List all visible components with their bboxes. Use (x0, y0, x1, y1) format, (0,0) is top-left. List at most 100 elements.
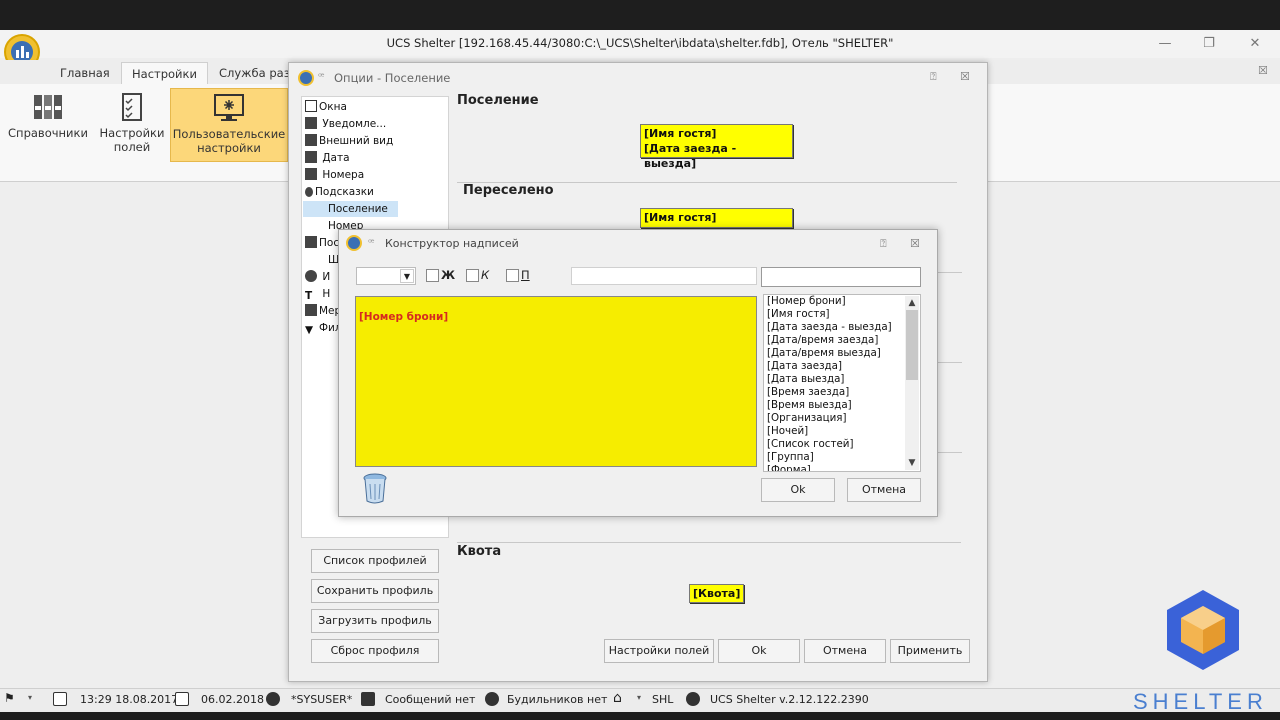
section-divider (938, 272, 962, 273)
binders-icon (34, 95, 62, 119)
bold-checkbox[interactable] (426, 269, 439, 282)
tab-home[interactable]: Главная (50, 62, 120, 84)
tree-label: Подсказки (315, 186, 374, 198)
status-user: *SYSUSER* (291, 693, 353, 706)
tree-item-pos[interactable]: Пос (305, 235, 339, 251)
options-help-icon[interactable]: ⍰ (930, 70, 937, 84)
hotel-dropdown-icon[interactable]: ▾ (637, 693, 641, 702)
tab-settings[interactable]: Настройки (121, 62, 208, 84)
field-settings-label2: полей (113, 140, 151, 154)
tree-item-i[interactable]: И (305, 269, 330, 285)
ribbon-collapse-icon[interactable]: ☒ (1258, 64, 1268, 77)
font-size-select[interactable]: ▼ (356, 267, 416, 285)
options-close-icon[interactable]: ☒ (960, 70, 970, 83)
save-profile-button[interactable]: Сохранить профиль (311, 579, 439, 603)
underline-label: П (521, 268, 530, 282)
list-item[interactable]: [Имя гостя] (767, 308, 830, 321)
checkin-label-box[interactable]: [Имя гостя] [Дата заезда - выезда] (640, 124, 793, 170)
list-item[interactable]: [Дата заезда - выезда] (767, 321, 892, 334)
field-filter-input[interactable] (761, 267, 921, 287)
list-item[interactable]: [Номер брони] (767, 295, 846, 308)
moved-label-box[interactable]: [Имя гостя] (640, 208, 793, 228)
options-ok-button[interactable]: Ok (718, 639, 800, 663)
field-settings-dialog-button[interactable]: Настройки полей (604, 639, 714, 663)
label-text-input[interactable] (571, 267, 757, 285)
profile-list-button[interactable]: Список профилей (311, 549, 439, 573)
filter-icon: ▼ (305, 324, 314, 336)
reset-profile-button[interactable]: Сброс профиля (311, 639, 439, 663)
close-button[interactable]: ✕ (1240, 34, 1270, 54)
list-item[interactable]: [Время выезда] (767, 399, 852, 412)
flag-icon[interactable]: ⚑ (4, 691, 15, 705)
list-item[interactable]: [Дата/время выезда] (767, 347, 881, 360)
checkin-label-line1: [Имя гостя] (644, 127, 717, 140)
list-item[interactable]: [Организация] (767, 412, 847, 425)
list-item[interactable]: [Дата выезда] (767, 373, 844, 386)
section-divider (938, 452, 962, 453)
list-item[interactable]: [Группа] (767, 451, 814, 464)
scrollbar-thumb[interactable] (906, 310, 918, 380)
italic-label: К (481, 268, 490, 282)
checkin-label-line2: [Дата заезда - выезда] (644, 142, 737, 170)
directories-button[interactable]: Справочники (6, 88, 90, 162)
underline-checkbox[interactable] (506, 269, 519, 282)
tree-item-notifications[interactable]: Уведомле... (305, 116, 386, 132)
load-profile-button[interactable]: Загрузить профиль (311, 609, 439, 633)
flag-dropdown-icon[interactable]: ▾ (28, 693, 32, 702)
info-icon (305, 117, 317, 129)
grid-icon (305, 168, 317, 180)
status-version: UCS Shelter v.2.12.122.2390 (710, 693, 869, 706)
list-item[interactable]: [Список гостей] (767, 438, 854, 451)
constructor-title: Конструктор надписей (385, 237, 519, 250)
scroll-down-icon[interactable]: ▼ (905, 456, 919, 470)
tree-label: Дата (322, 152, 350, 164)
tree-label: Внешний вид (319, 135, 394, 147)
apply-button[interactable]: Применить (890, 639, 970, 663)
tree-item-filters[interactable]: ▼ Фил (305, 320, 342, 336)
tree-item-n[interactable]: T Н (305, 286, 330, 302)
section-divider (457, 542, 961, 543)
measure-icon (305, 304, 317, 316)
options-cancel-button[interactable]: Отмена (804, 639, 886, 663)
pie-icon (305, 270, 317, 282)
tree-label: Окна (319, 101, 347, 113)
field-settings-button[interactable]: Настройки полей (98, 88, 166, 162)
list-item[interactable]: [Ночей] (767, 425, 808, 438)
chevron-down-icon: ▼ (400, 269, 414, 283)
field-settings-label1: Настройки (99, 126, 165, 140)
home-icon (305, 236, 317, 248)
tree-item-checkin[interactable]: Поселение (303, 201, 398, 217)
field-list[interactable]: [Номер брони] [Имя гостя] [Дата заезда -… (763, 294, 921, 472)
constructor-help-icon[interactable]: ⍰ (880, 237, 887, 251)
scroll-up-icon[interactable]: ▲ (905, 296, 919, 310)
home-icon[interactable]: ⌂ (613, 690, 622, 706)
constructor-ok-button[interactable]: Ok (761, 478, 835, 502)
constructor-close-icon[interactable]: ☒ (910, 237, 920, 250)
quota-label-box[interactable]: [Квота] (689, 584, 744, 603)
calendar-icon (53, 692, 67, 706)
constructor-cancel-button[interactable]: Отмена (847, 478, 921, 502)
bold-label: Ж (441, 268, 456, 282)
tree-item-date[interactable]: Дата (305, 150, 350, 166)
restore-button[interactable]: ❐ (1194, 34, 1224, 54)
tree-item-appearance[interactable]: Внешний вид (305, 133, 393, 149)
section-moved-title: Переселено (463, 183, 554, 198)
alarm-clock-icon (485, 692, 499, 706)
list-item[interactable]: [Дата заезда] (767, 360, 842, 373)
envelope-icon (361, 692, 375, 706)
trash-icon[interactable] (362, 472, 388, 504)
italic-checkbox[interactable] (466, 269, 479, 282)
minimize-button[interactable]: — (1150, 34, 1180, 54)
tree-item-measures[interactable]: Мер (305, 303, 341, 319)
status-datetime: 13:29 18.08.2017 (80, 693, 179, 706)
tree-label: И (322, 271, 331, 283)
status-date: 06.02.2018 (201, 693, 264, 706)
tree-item-windows[interactable]: Окна (305, 99, 347, 115)
list-item[interactable]: [Время заезда] (767, 386, 849, 399)
tree-item-rooms[interactable]: Номера (305, 167, 364, 183)
user-settings-button[interactable]: Пользовательские настройки (170, 88, 288, 162)
preview-text: [Номер брони] (359, 311, 449, 323)
list-item[interactable]: [Дата/время заезда] (767, 334, 878, 347)
tree-item-hints[interactable]: Подсказки (305, 184, 374, 200)
list-item[interactable]: [Форма] (767, 464, 811, 471)
